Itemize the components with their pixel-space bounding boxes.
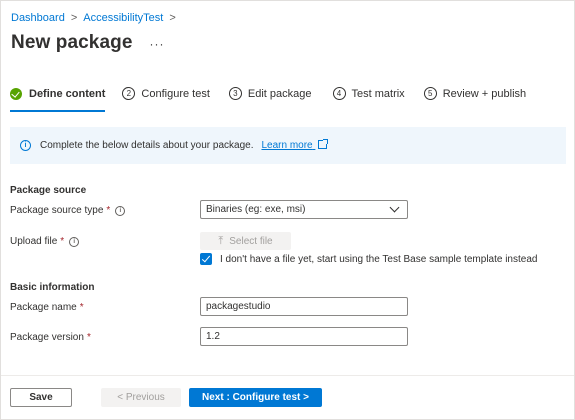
external-link-icon [318, 139, 329, 149]
required-marker: * [79, 302, 84, 313]
select-file-label: Select file [229, 235, 273, 247]
step-number: 5 [423, 87, 437, 100]
learn-more-label: Learn more [261, 140, 313, 151]
field-label-text: Upload file [10, 236, 58, 247]
section-title-basic-information: Basic information [10, 282, 95, 293]
next-configure-test-button[interactable]: Next : Configure test > [189, 388, 322, 407]
step-label: Review + publish [442, 87, 527, 100]
checkmark-icon [10, 87, 22, 100]
select-file-button[interactable]: ⤒ Select file [200, 232, 291, 250]
breadcrumb-dashboard[interactable]: Dashboard [11, 11, 65, 25]
step-label: Test matrix [351, 87, 405, 100]
title-row: New package ··· [11, 32, 165, 54]
info-banner: i Complete the below details about your … [10, 127, 566, 164]
footer-divider [1, 375, 574, 376]
breadcrumb: Dashboard > AccessibilityTest > [11, 11, 182, 25]
page-title: New package [11, 32, 133, 53]
upload-file-label: Upload file * i [10, 236, 80, 247]
info-icon: i [20, 140, 31, 151]
field-label-text: Package version [10, 332, 84, 343]
step-label: Edit package [247, 87, 312, 100]
step-edit-package[interactable]: 3 Edit package [228, 87, 312, 106]
save-button[interactable]: Save [10, 388, 72, 407]
package-source-type-label: Package source type * i [10, 205, 126, 216]
step-number: 2 [122, 87, 136, 100]
step-configure-test[interactable]: 2 Configure test [122, 87, 210, 106]
field-label-text: Package name [10, 302, 77, 313]
package-name-input[interactable]: packagestudio [200, 297, 408, 316]
info-banner-text: Complete the below details about your pa… [40, 140, 254, 151]
field-label-text: Package source type [10, 205, 104, 216]
step-test-matrix[interactable]: 4 Test matrix [332, 87, 405, 106]
checkbox-label: I don't have a file yet, start using the… [220, 253, 538, 265]
new-package-page: Dashboard > AccessibilityTest > New pack… [0, 0, 575, 420]
previous-button[interactable]: < Previous [101, 388, 181, 407]
step-number: 4 [332, 87, 346, 100]
upload-icon: ⤒ [218, 234, 224, 247]
info-icon[interactable]: i [69, 236, 80, 247]
breadcrumb-separator: > [70, 12, 78, 24]
step-number: 3 [228, 87, 242, 100]
required-marker: * [60, 236, 65, 247]
dropdown-value: Binaries (eg: exe, msi) [206, 204, 306, 215]
step-review-publish[interactable]: 5 Review + publish [423, 87, 527, 106]
required-marker: * [86, 332, 91, 343]
sample-template-checkbox[interactable] [200, 253, 212, 265]
learn-more-link[interactable]: Learn more [261, 139, 329, 151]
breadcrumb-separator: > [169, 12, 176, 24]
section-title-package-source: Package source [10, 185, 87, 196]
more-options-button[interactable]: ··· [150, 37, 165, 51]
package-version-label: Package version * [10, 332, 91, 343]
package-version-input[interactable]: 1.2 [200, 327, 408, 346]
step-label: Configure test [141, 87, 210, 100]
wizard-steps: Define content 2 Configure test 3 Edit p… [10, 87, 527, 112]
breadcrumb-accessibilitytest[interactable]: AccessibilityTest [83, 11, 163, 25]
required-marker: * [106, 205, 111, 216]
package-source-type-dropdown[interactable]: Binaries (eg: exe, msi) [200, 200, 408, 219]
step-define-content[interactable]: Define content [10, 87, 106, 112]
chevron-down-icon [389, 202, 400, 213]
info-icon[interactable]: i [115, 205, 126, 216]
package-name-label: Package name * [10, 302, 84, 313]
sample-template-checkbox-row[interactable]: I don't have a file yet, start using the… [200, 253, 537, 265]
step-label: Define content [29, 87, 106, 100]
